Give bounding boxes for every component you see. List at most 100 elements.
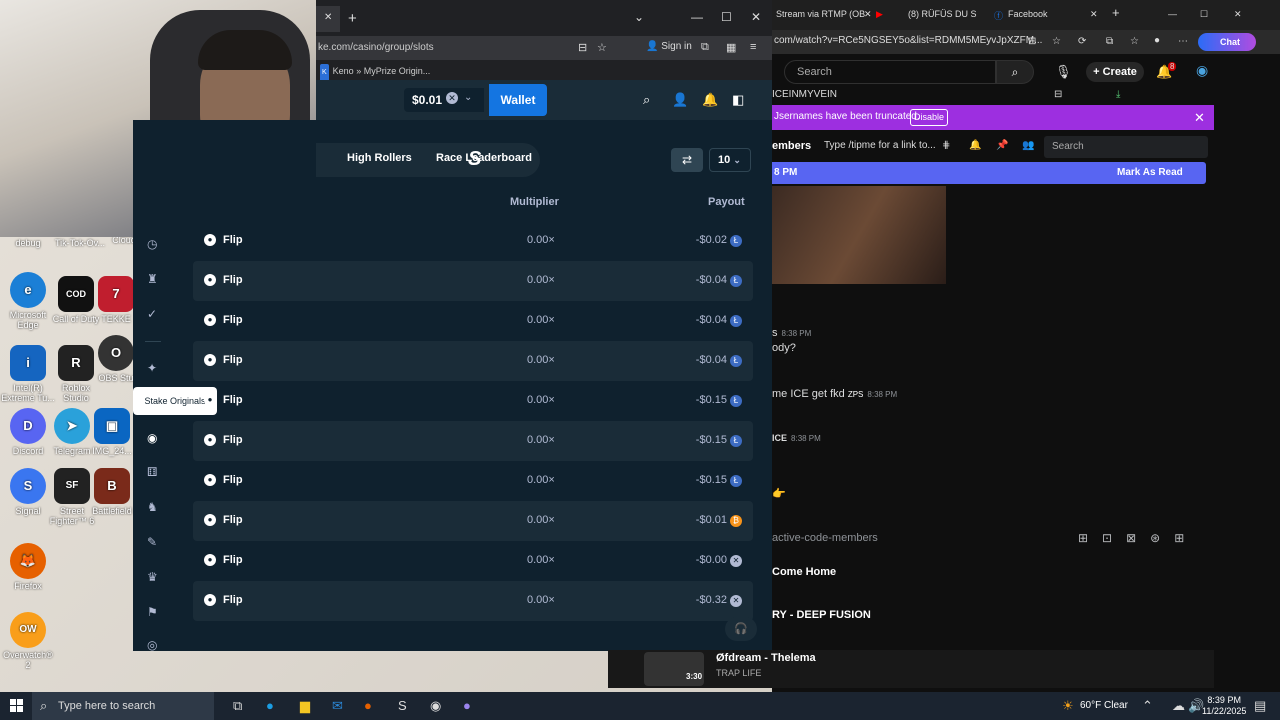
- chat-image[interactable]: [772, 186, 946, 284]
- extensions-icon[interactable]: ⧉: [701, 41, 709, 54]
- url-text[interactable]: ke.com/casino/group/slots: [318, 42, 434, 53]
- extensions-icon[interactable]: ⧉: [1106, 36, 1113, 47]
- desktop-icon-obs[interactable]: O OBS Stu: [96, 335, 136, 383]
- edge-taskbar-icon[interactable]: ●: [266, 698, 274, 713]
- refresh-icon[interactable]: ⟳: [1078, 36, 1086, 47]
- avatar[interactable]: ◉: [1196, 62, 1208, 79]
- favorites-icon[interactable]: ☆: [1130, 36, 1139, 47]
- profile-icon[interactable]: ●: [1154, 35, 1160, 46]
- obs-taskbar-icon[interactable]: ◉: [430, 698, 441, 714]
- recent-icon[interactable]: ◷: [147, 237, 157, 251]
- reader-icon[interactable]: ⊟: [1028, 36, 1036, 47]
- bet-game[interactable]: Flip: [223, 514, 243, 526]
- desktop-icon-img[interactable]: ▣ IMG_24...: [92, 408, 132, 456]
- disable-button[interactable]: Disable: [910, 109, 948, 126]
- tab-high-rollers[interactable]: High Rollers: [347, 152, 412, 164]
- bet-game[interactable]: Flip: [223, 474, 243, 486]
- maximize-icon[interactable]: ☐: [1200, 9, 1208, 20]
- new-releases-icon[interactable]: ⚑: [147, 605, 158, 619]
- windows-start-icon[interactable]: [10, 699, 24, 713]
- copilot-chat-button[interactable]: Chat: [1198, 33, 1256, 51]
- bet-row[interactable]: ● Flip 0.00× -$0.04 Ł: [193, 341, 753, 381]
- casino-icon[interactable]: ♜: [147, 272, 158, 286]
- pin-icon[interactable]: 📌: [996, 140, 1008, 151]
- rows-count-select[interactable]: 10 ⌄: [709, 148, 751, 172]
- desktop-icon-firefox[interactable]: 🦊 Firefox: [0, 543, 56, 591]
- threads-icon[interactable]: ⋕: [942, 140, 950, 151]
- chat-search-input[interactable]: Search: [1044, 136, 1208, 158]
- slots-icon[interactable]: ⚅: [147, 465, 157, 479]
- bet-row[interactable]: ● Flip 0.00× -$0.15 Ł: [193, 381, 753, 421]
- live-casino-icon[interactable]: ♞: [147, 500, 158, 514]
- new-tab-icon[interactable]: +: [348, 10, 357, 27]
- notification-center-icon[interactable]: ▤: [1254, 698, 1266, 714]
- stake-taskbar-icon[interactable]: S: [398, 698, 407, 713]
- qr-icon[interactable]: ▦: [726, 41, 736, 54]
- bet-game[interactable]: Flip: [223, 234, 243, 246]
- bet-row[interactable]: ● Flip 0.00× -$0.00 ✕: [193, 541, 753, 581]
- mark-as-read-button[interactable]: Mark As Read: [1117, 167, 1183, 178]
- bet-row[interactable]: ● Flip 0.00× -$0.32 ✕: [193, 581, 753, 621]
- close-window-icon[interactable]: ✕: [751, 10, 761, 24]
- bet-row[interactable]: ● Flip 0.00× -$0.04 Ł: [193, 261, 753, 301]
- channel-toolbar-icons[interactable]: ⊞⊡⊠⊛⊞: [1078, 531, 1198, 545]
- more-icon[interactable]: ◎: [147, 638, 157, 652]
- bet-row[interactable]: ● Flip 0.00× -$0.02 Ł: [193, 221, 753, 261]
- close-icon[interactable]: ✕: [1194, 110, 1205, 126]
- minimize-icon[interactable]: —: [1168, 9, 1177, 19]
- support-button[interactable]: 🎧: [725, 617, 757, 641]
- close-tab-icon[interactable]: ✕: [1090, 9, 1098, 20]
- chevron-down-icon[interactable]: ⌄: [464, 92, 472, 103]
- tray-up-icon[interactable]: ⌃: [1142, 698, 1153, 714]
- search-icon[interactable]: ⌕: [643, 92, 650, 108]
- tab-list-icon[interactable]: ⌄: [634, 10, 644, 24]
- wallet-button[interactable]: Wallet: [489, 84, 547, 116]
- tab-facebook[interactable]: Facebook: [1008, 9, 1048, 19]
- clock[interactable]: 8:39 PM 11/22/2025: [1202, 695, 1246, 717]
- filter-button[interactable]: ⇄: [671, 148, 703, 172]
- tab-rufus[interactable]: (8) RÜFÜS DU S: [908, 9, 977, 19]
- popout-icon[interactable]: ⊟: [1054, 89, 1062, 100]
- channel-name[interactable]: active-code-members: [772, 532, 878, 544]
- weather-text[interactable]: 60°F Clear: [1080, 700, 1128, 711]
- now-playing-title[interactable]: Øfdream - Thelema: [716, 652, 816, 664]
- poker-icon[interactable]: ♛: [147, 570, 158, 584]
- bet-game[interactable]: Flip: [223, 274, 243, 286]
- close-tab-icon[interactable]: ✕: [864, 9, 872, 20]
- originals-icon[interactable]: ◉: [147, 431, 157, 445]
- youtube-search-input[interactable]: Search: [784, 60, 996, 84]
- desktop-icon-overwatch[interactable]: OW Overwatch® 2: [0, 612, 56, 670]
- bet-game[interactable]: Flip: [223, 314, 243, 326]
- desktop-icon-debug[interactable]: debug: [0, 238, 56, 248]
- address-bar[interactable]: ke.com/casino/group/slots ⊟ ☆ 👤 Sign in …: [316, 36, 772, 60]
- menu-icon[interactable]: ≡: [750, 41, 756, 53]
- song-title[interactable]: Come Home: [772, 566, 836, 578]
- chat-toggle-icon[interactable]: ◧: [732, 92, 744, 108]
- bet-game[interactable]: Flip: [223, 354, 243, 366]
- bet-game[interactable]: Flip: [223, 394, 243, 406]
- close-window-icon[interactable]: ✕: [1234, 9, 1242, 20]
- bet-row[interactable]: ● Flip 0.00× -$0.04 Ł: [193, 301, 753, 341]
- search-icon[interactable]: ⌕: [996, 60, 1034, 84]
- bet-game[interactable]: Flip: [223, 554, 243, 566]
- sparkle-icon[interactable]: ✦: [147, 361, 157, 375]
- game-shows-icon[interactable]: ✎: [147, 535, 157, 549]
- right-address-bar[interactable]: com/watch?v=RCe5NGSEY5o&list=RDMM5MEyvJp…: [772, 30, 1280, 54]
- bet-game[interactable]: Flip: [223, 434, 243, 446]
- song-title[interactable]: RY - DEEP FUSION: [772, 609, 871, 621]
- members-icon[interactable]: 👥: [1022, 140, 1034, 151]
- mail-icon[interactable]: ✉: [332, 698, 343, 714]
- tab-stream-rtmp[interactable]: Stream via RTMP (OB: [776, 9, 865, 19]
- create-button[interactable]: + Create: [1086, 62, 1144, 82]
- minimize-icon[interactable]: —: [691, 10, 703, 24]
- right-url-text[interactable]: com/watch?v=RCe5NGSEY5o&list=RDMM5MEyvJp…: [774, 35, 1042, 46]
- favorites-icon[interactable]: ✓: [147, 307, 157, 321]
- install-icon[interactable]: ⊟: [578, 41, 587, 54]
- firefox-taskbar-icon[interactable]: ●: [364, 698, 372, 713]
- taskbar-search-input[interactable]: Type here to search: [32, 692, 214, 720]
- desktop-icon-battlefield[interactable]: B Battlefield: [90, 468, 134, 516]
- bet-row[interactable]: ● Flip 0.00× -$0.15 Ł: [193, 421, 753, 461]
- wifi-icon[interactable]: ☁: [1172, 698, 1185, 714]
- bet-row[interactable]: ● Flip 0.00× -$0.01 ₿: [193, 501, 753, 541]
- mic-icon[interactable]: 🎙: [1055, 64, 1072, 80]
